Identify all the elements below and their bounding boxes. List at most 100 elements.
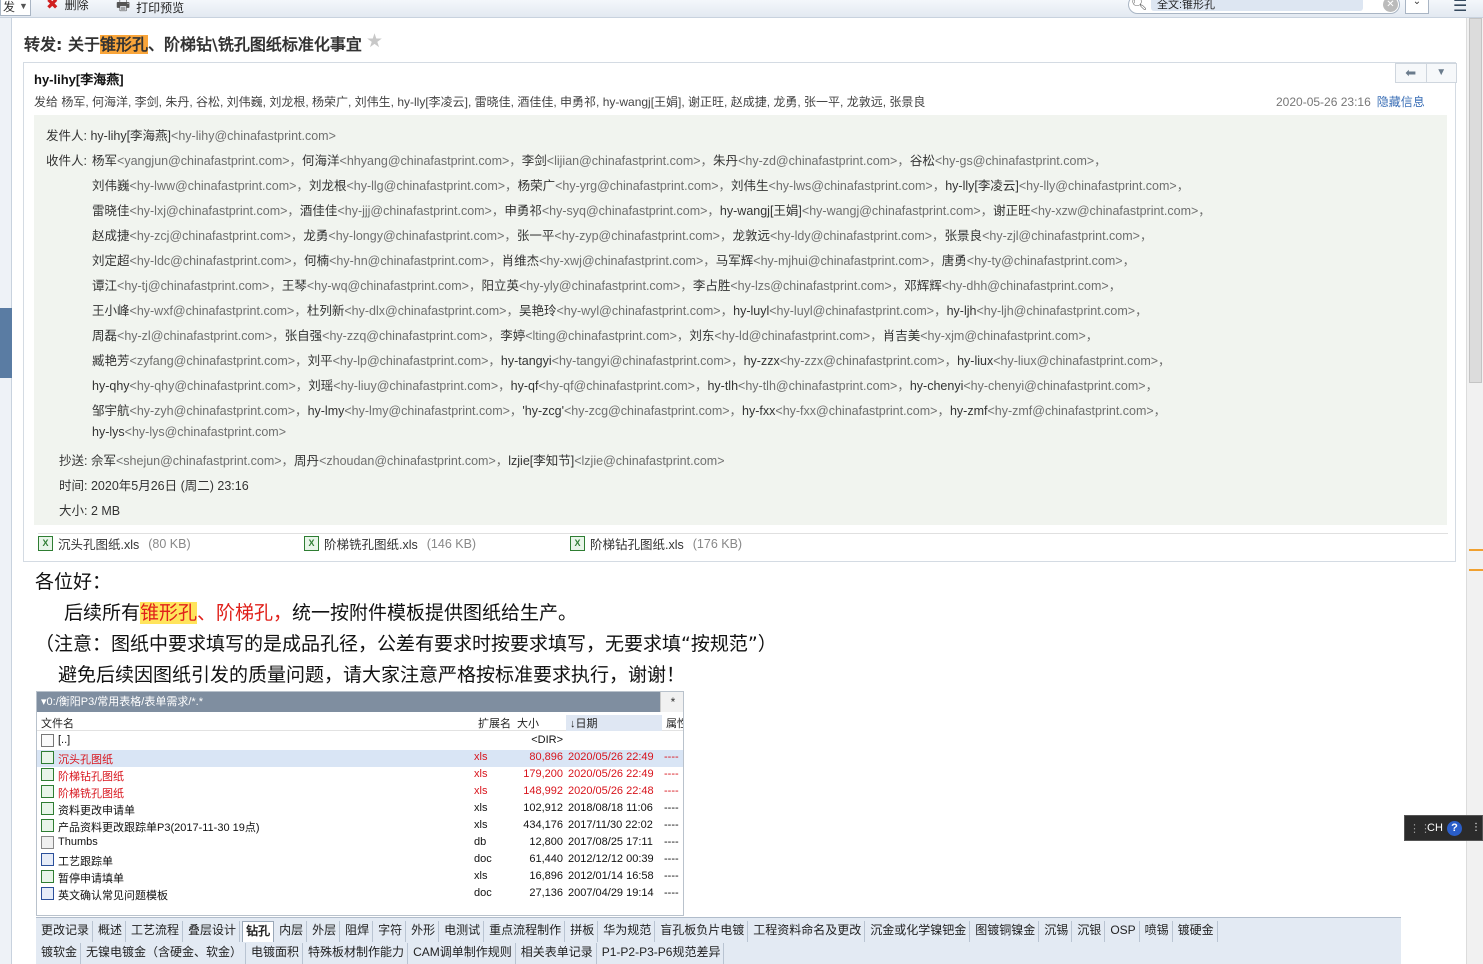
- recipient-name[interactable]: 谢正旺: [993, 204, 1031, 218]
- recipient-name[interactable]: 刘伟巍: [92, 179, 130, 193]
- recipient-name[interactable]: 张一平: [517, 229, 555, 243]
- sheet-tab[interactable]: 沉银: [1074, 921, 1106, 942]
- recipient-name[interactable]: hy-qhy: [92, 379, 130, 393]
- recipient-name[interactable]: 谷松: [910, 154, 935, 168]
- recipient-name[interactable]: hy-lys: [92, 425, 125, 439]
- recipient-name[interactable]: 酒佳佳: [300, 204, 338, 218]
- file-row[interactable]: 阶梯钻孔图纸 xls 179,200 2020/05/26 22:49 ----: [37, 767, 683, 784]
- sheet-tab[interactable]: 叠层设计: [185, 921, 241, 942]
- recipient-name[interactable]: hy-tangyi: [501, 354, 552, 368]
- sheet-tab[interactable]: P1-P2-P3-P6规范差异: [599, 943, 725, 964]
- recipient-name[interactable]: hy-chenyi: [910, 379, 964, 393]
- recipient-name[interactable]: 何海洋: [302, 154, 340, 168]
- sheet-tab[interactable]: 特殊板材制作能力: [305, 943, 409, 964]
- sheet-tab[interactable]: 重点流程制作: [486, 921, 566, 942]
- search-input[interactable]: [1151, 0, 1363, 11]
- recipient-name[interactable]: hy-ljh: [947, 304, 977, 318]
- recipient-name[interactable]: 杜列新: [307, 304, 345, 318]
- ime-language[interactable]: CH: [1427, 822, 1443, 834]
- sheet-tab[interactable]: 电测试: [441, 921, 485, 942]
- file-row[interactable]: 阶梯铣孔图纸 xls 148,992 2020/05/26 22:48 ----: [37, 784, 683, 801]
- recipient-name[interactable]: hy-lly[李凌云]: [945, 179, 1019, 193]
- help-icon[interactable]: ?: [1447, 821, 1462, 836]
- sheet-tab[interactable]: 华为规范: [600, 921, 656, 942]
- cc-name[interactable]: 周丹: [294, 454, 319, 468]
- recipient-name[interactable]: 刘东: [689, 329, 714, 343]
- sheet-tab[interactable]: 盲孔板负片电镀: [657, 921, 749, 942]
- sheet-tab[interactable]: 图镀铜镍金: [972, 921, 1040, 942]
- print-preview-button[interactable]: 🖶 打印预览: [116, 0, 184, 20]
- sheet-tab[interactable]: 镀硬金: [1175, 921, 1218, 942]
- recipient-name[interactable]: 李婷: [500, 329, 525, 343]
- recipient-name[interactable]: 邹宇航: [92, 404, 130, 418]
- reply-icon[interactable]: ⬅: [1396, 64, 1426, 82]
- attachment-item[interactable]: X 阶梯铣孔图纸.xls (146 KB): [304, 534, 476, 553]
- sheet-tab[interactable]: 更改记录: [38, 921, 94, 942]
- recipient-name[interactable]: 王琴: [282, 279, 307, 293]
- recipient-name[interactable]: hy-liux: [957, 354, 993, 368]
- sheet-tab[interactable]: 字符: [375, 921, 407, 942]
- recipient-name[interactable]: hy-lmy: [308, 404, 345, 418]
- sheet-tab[interactable]: 外层: [309, 921, 341, 942]
- sheet-tab[interactable]: 工程资料命名及更改: [750, 921, 866, 942]
- sheet-tab[interactable]: 外形: [408, 921, 440, 942]
- sheet-tab[interactable]: 钻孔: [242, 921, 275, 942]
- attachment-item[interactable]: X 沉头孔图纸.xls (80 KB): [38, 534, 191, 553]
- recipient-name[interactable]: 何楠: [304, 254, 329, 268]
- recipient-name[interactable]: 唐勇: [942, 254, 967, 268]
- recipient-name[interactable]: 邓辉辉: [904, 279, 942, 293]
- file-row[interactable]: 英文确认常见问题模板 doc 27,136 2007/04/29 19:14 ----: [37, 886, 683, 903]
- file-row[interactable]: 沉头孔图纸 xls 80,896 2020/05/26 22:49 ----: [37, 750, 683, 767]
- recipient-name[interactable]: 刘定超: [92, 254, 130, 268]
- file-row[interactable]: [..] <DIR>: [37, 733, 683, 750]
- recipient-name[interactable]: 肖维杰: [502, 254, 540, 268]
- recipient-name[interactable]: hy-zmf: [950, 404, 988, 418]
- more-actions-icon[interactable]: ▼: [1425, 64, 1457, 82]
- recipient-name[interactable]: 申勇祁: [504, 204, 542, 218]
- sheet-tab[interactable]: 相关表单记录: [518, 943, 597, 964]
- search-options-dropdown[interactable]: ⌄: [1405, 0, 1429, 14]
- file-row[interactable]: 工艺跟踪单 doc 61,440 2012/12/12 00:39 ----: [37, 852, 683, 869]
- sheet-tab[interactable]: 沉金或化学镍钯金: [867, 921, 971, 942]
- file-row[interactable]: 资料更改申请单 xls 102,912 2018/08/18 11:06 ----: [37, 801, 683, 818]
- recipient-name[interactable]: hy-luyl: [733, 304, 769, 318]
- recipient-name[interactable]: 赵成捷: [92, 229, 130, 243]
- recipient-name[interactable]: 臧艳芳: [92, 354, 130, 368]
- sheet-tab[interactable]: 内层: [276, 921, 308, 942]
- file-row[interactable]: Thumbs db 12,800 2017/08/25 17:11 ----: [37, 835, 683, 852]
- recipient-name[interactable]: 刘瑶: [308, 379, 333, 393]
- sheet-tab[interactable]: 喷锡: [1142, 921, 1173, 942]
- recipient-name[interactable]: 周磊: [92, 329, 117, 343]
- recipient-name[interactable]: 朱丹: [713, 154, 738, 168]
- attachment-item[interactable]: X 阶梯钻孔图纸.xls (176 KB): [570, 534, 742, 553]
- recipient-name[interactable]: 张景良: [945, 229, 983, 243]
- recipient-name[interactable]: hy-tlh: [707, 379, 738, 393]
- sheet-tab[interactable]: 阻焊: [342, 921, 374, 942]
- sheet-tab[interactable]: 概述: [95, 921, 127, 942]
- recipient-name[interactable]: 李剑: [522, 154, 547, 168]
- cc-name[interactable]: 佘军: [91, 454, 116, 468]
- sheet-tab[interactable]: OSP: [1107, 921, 1140, 942]
- recipient-name[interactable]: 张自强: [285, 329, 323, 343]
- recipient-name[interactable]: hy-fxx: [742, 404, 775, 418]
- recipient-name[interactable]: 龙勇: [303, 229, 328, 243]
- sheet-tab[interactable]: 无镍电镀金（含硬金、软金）: [83, 943, 247, 964]
- recipient-name[interactable]: hy-qf: [511, 379, 539, 393]
- sheet-tab[interactable]: 沉锡: [1041, 921, 1073, 942]
- recipient-name[interactable]: 刘龙根: [309, 179, 347, 193]
- menu-icon[interactable]: ☰: [1453, 0, 1467, 16]
- hide-info-link[interactable]: 隐藏信息: [1377, 95, 1425, 109]
- recipient-name[interactable]: 刘伟生: [731, 179, 769, 193]
- recipient-name[interactable]: 吴艳玲: [519, 304, 557, 318]
- recipient-name[interactable]: 龙敦远: [732, 229, 770, 243]
- recipient-name[interactable]: 肖吉美: [883, 329, 921, 343]
- recipient-name[interactable]: 马军辉: [716, 254, 754, 268]
- recipient-name[interactable]: 阳立英: [481, 279, 519, 293]
- star-icon[interactable]: ★: [366, 30, 383, 53]
- sheet-tab[interactable]: 工艺流程: [128, 921, 184, 942]
- recipient-name[interactable]: 杨荣广: [518, 179, 556, 193]
- file-row[interactable]: 产品资料更改跟踪单P3(2017-11-30 19点) xls 434,176 201…: [37, 818, 683, 835]
- recipient-name[interactable]: 李占胜: [693, 279, 731, 293]
- scrollbar-thumb[interactable]: [1469, 18, 1482, 383]
- sheet-tab[interactable]: CAM调单制作规则: [410, 943, 516, 964]
